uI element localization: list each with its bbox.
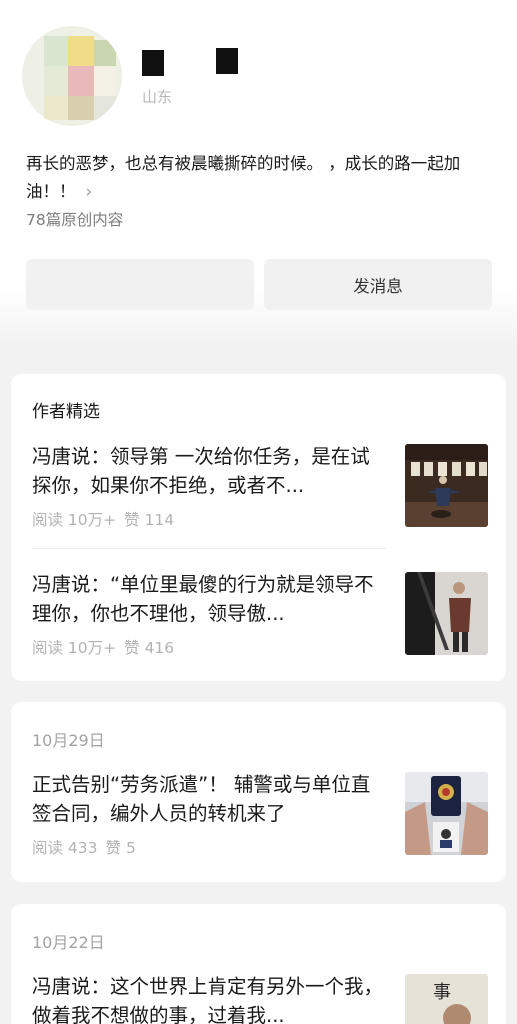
article-title: 冯唐说：这个世界上肯定有另外一个我，做着我不想做的事，过着我... bbox=[32, 975, 384, 1024]
read-count: 阅读 10万+ bbox=[32, 511, 117, 529]
read-count: 阅读 10万+ bbox=[32, 639, 117, 657]
svg-text:事: 事 bbox=[433, 982, 451, 1003]
profile-header: 山东 再长的恶梦，也总有被晨曦撕碎的时候。 ，成长的路一起加油！！ › 78篇原创… bbox=[0, 0, 517, 348]
like-count: 赞 416 bbox=[124, 639, 175, 657]
like-count: 赞 5 bbox=[105, 839, 136, 857]
article-item[interactable]: 冯唐说：这个世界上肯定有另外一个我，做着我不想做的事，过着我... 事 bbox=[32, 972, 488, 1024]
follow-button[interactable] bbox=[26, 259, 254, 310]
read-count: 阅读 433 bbox=[32, 839, 98, 857]
redaction-block bbox=[142, 50, 164, 76]
article-item[interactable]: 冯唐说：“单位里最傻的行为就是领导不理你，你也不理他，领导傲... 阅读 10万… bbox=[32, 570, 488, 660]
article-meta: 阅读 10万+ 赞 416 bbox=[32, 636, 174, 658]
article-thumbnail: 事 bbox=[405, 974, 488, 1024]
date-label: 10月22日 bbox=[32, 933, 105, 952]
featured-card: 作者精选 冯唐说：领导第 一次给你任务，是在试探你，如果你不拒绝，或者不... … bbox=[11, 374, 506, 681]
divider bbox=[32, 548, 386, 549]
article-thumbnail bbox=[405, 772, 488, 855]
article-thumbnail bbox=[405, 572, 488, 655]
avatar[interactable] bbox=[22, 26, 122, 126]
article-item[interactable]: 冯唐说：领导第 一次给你任务，是在试探你，如果你不拒绝，或者不... 阅读 10… bbox=[32, 442, 488, 532]
original-count: 78篇原创内容 bbox=[26, 211, 124, 229]
article-title: 正式告别“劳务派遣”！ 辅警或与单位直签合同，编外人员的转机来了 bbox=[32, 773, 371, 825]
history-card: 10月22日 冯唐说：这个世界上肯定有另外一个我，做着我不想做的事，过着我...… bbox=[11, 904, 506, 1024]
article-title: 冯唐说：“单位里最傻的行为就是领导不理你，你也不理他，领导傲... bbox=[32, 573, 374, 625]
bio[interactable]: 再长的恶梦，也总有被晨曦撕碎的时候。 ，成长的路一起加油！！ › bbox=[26, 150, 496, 206]
featured-heading: 作者精选 bbox=[32, 402, 100, 422]
article-title: 冯唐说：领导第 一次给你任务，是在试探你，如果你不拒绝，或者不... bbox=[32, 445, 370, 497]
article-item[interactable]: 正式告别“劳务派遣”！ 辅警或与单位直签合同，编外人员的转机来了 阅读 433 赞… bbox=[32, 770, 488, 860]
date-label: 10月29日 bbox=[32, 731, 105, 750]
chevron-right-icon: › bbox=[85, 182, 93, 201]
redaction-block bbox=[216, 48, 238, 74]
send-message-button[interactable]: 发消息 bbox=[264, 259, 492, 310]
article-thumbnail bbox=[405, 444, 488, 527]
article-meta: 阅读 10万+ 赞 114 bbox=[32, 508, 174, 530]
location-label: 山东 bbox=[142, 88, 173, 106]
history-card: 10月29日 正式告别“劳务派遣”！ 辅警或与单位直签合同，编外人员的转机来了 … bbox=[11, 702, 506, 882]
like-count: 赞 114 bbox=[124, 511, 175, 529]
article-meta: 阅读 433 赞 5 bbox=[32, 836, 136, 858]
